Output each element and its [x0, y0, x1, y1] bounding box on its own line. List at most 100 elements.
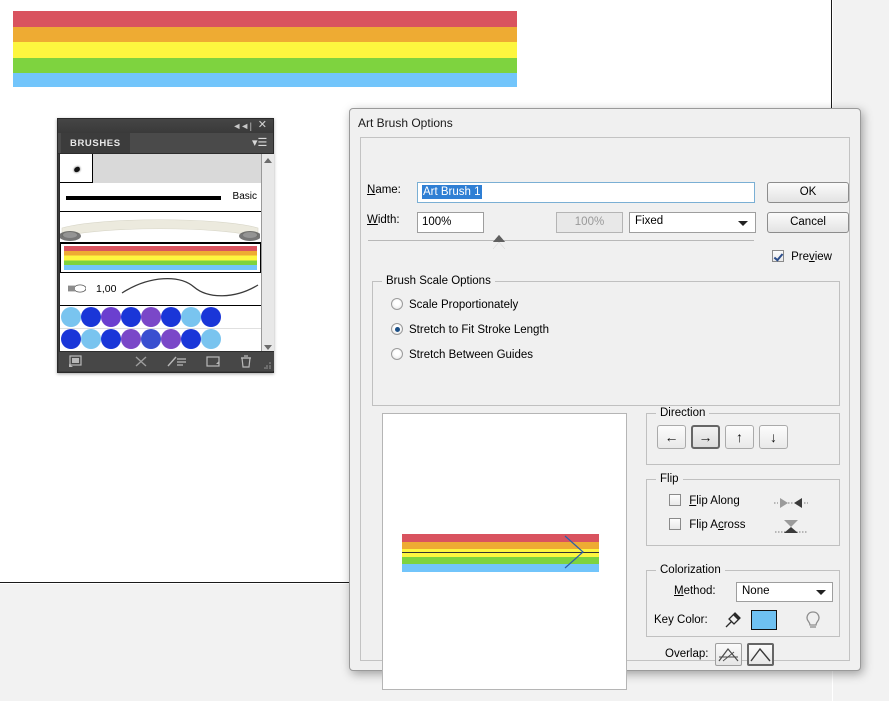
colorization-legend: Colorization	[656, 564, 725, 576]
arrow-down-icon: ↓	[770, 429, 777, 445]
colorization-method-select[interactable]: None	[736, 582, 833, 602]
scatter-dot	[181, 307, 201, 327]
flip-along-row[interactable]: Flip Along	[669, 494, 808, 508]
colorization-group: Colorization Method: None Key Color:	[646, 564, 840, 637]
key-color-swatch[interactable]	[751, 610, 777, 630]
name-input-value: Art Brush 1	[422, 185, 482, 199]
flip-along-icon	[774, 498, 808, 508]
brushes-panel-footer	[59, 351, 274, 371]
stripe-band-4	[13, 73, 517, 87]
brush-item-dot-cell[interactable]	[60, 154, 93, 183]
flip-across-checkbox[interactable]	[669, 518, 681, 530]
brush-libraries-icon[interactable]	[67, 354, 85, 369]
key-color-label: Key Color:	[654, 614, 708, 626]
width-input[interactable]: 100%	[417, 212, 484, 233]
width-secondary-input: 100%	[556, 212, 623, 233]
brush-item-width-label: 1,00	[96, 283, 117, 295]
scatter-dot	[61, 307, 81, 327]
panel-resize-grip[interactable]	[264, 361, 272, 369]
direction-arrow-icon	[564, 535, 584, 569]
scatter-dot	[61, 329, 81, 349]
eyedropper-icon[interactable]	[723, 610, 743, 630]
direction-left-button[interactable]: ←	[657, 425, 686, 449]
radio-stretch-to-fit-marker[interactable]	[391, 323, 403, 335]
overlap-prevent-button[interactable]	[747, 643, 774, 666]
brush-scale-options-group: Brush Scale Options Scale Proportionatel…	[372, 275, 840, 406]
scatter-dot	[81, 307, 101, 327]
scatter-dot	[121, 307, 141, 327]
overlap-row: Overlap:	[665, 643, 774, 666]
chevron-down-icon	[738, 221, 748, 226]
chevron-down-icon	[816, 590, 826, 595]
scatter-dot	[141, 329, 161, 349]
direction-right-button[interactable]: →	[691, 425, 720, 449]
name-input[interactable]: Art Brush 1	[417, 182, 755, 203]
close-panel-icon[interactable]: ✕	[258, 120, 267, 131]
flip-across-icon	[775, 520, 807, 533]
radio-scale-proportionately-marker[interactable]	[391, 298, 403, 310]
brush-preview-pane	[382, 413, 627, 690]
scatter-dot	[201, 307, 221, 327]
scatter-dot	[101, 329, 121, 349]
radio-stretch-between-guides[interactable]: Stretch Between Guides	[391, 348, 533, 361]
scatter-dot	[101, 307, 121, 327]
width-profile-icon	[68, 284, 86, 293]
new-brush-icon[interactable]	[204, 354, 222, 369]
brushes-panel-titlebar[interactable]: ◄◄ | ✕	[58, 119, 273, 133]
ok-button[interactable]: OK	[767, 182, 849, 203]
brush-item-dot[interactable]	[60, 154, 261, 183]
width-slider-track[interactable]	[368, 240, 754, 241]
brushes-list[interactable]: Basic 1,00	[59, 154, 261, 354]
brush-item-rainbow[interactable]	[60, 243, 261, 273]
scatter-dot	[181, 329, 201, 349]
direction-legend: Direction	[656, 407, 710, 419]
preview-checkbox-row[interactable]: Preview	[772, 250, 832, 263]
arrow-left-icon: ←	[664, 429, 679, 445]
radio-scale-proportionately[interactable]: Scale Proportionately	[391, 298, 518, 311]
width-slider-thumb[interactable]	[493, 235, 505, 249]
radio-stretch-to-fit[interactable]: Stretch to Fit Stroke Length	[391, 323, 549, 336]
trash-icon[interactable]	[237, 354, 255, 369]
direction-down-button[interactable]: ↓	[759, 425, 788, 449]
name-label: Name:	[367, 184, 401, 196]
brush-options-icon[interactable]	[166, 354, 190, 369]
flip-legend: Flip	[656, 473, 683, 485]
brushes-panel[interactable]: ◄◄ | ✕ BRUSHES ▾☰ Basic 1,00	[57, 118, 274, 373]
panel-menu-icon[interactable]: ▾☰	[252, 137, 268, 149]
brush-item-ribbon[interactable]	[60, 212, 261, 243]
overlap-allow-icon	[718, 648, 739, 662]
width-mode-select[interactable]: Fixed	[629, 212, 756, 233]
dialog-title: Art Brush Options	[358, 116, 453, 130]
scroll-down-arrow-icon[interactable]	[264, 345, 272, 350]
tab-brushes[interactable]: BRUSHES	[61, 133, 130, 153]
brush-item-dots-pattern[interactable]	[60, 306, 261, 352]
flip-along-checkbox[interactable]	[669, 494, 681, 506]
colorization-method-value: None	[742, 585, 770, 597]
direction-up-button[interactable]: ↑	[725, 425, 754, 449]
scatter-dot	[161, 329, 181, 349]
scatter-dot	[141, 307, 161, 327]
width-mode-value: Fixed	[635, 215, 664, 227]
art-brush-options-dialog[interactable]: Art Brush Options Name: Art Brush 1 Widt…	[349, 108, 861, 690]
scatter-dot	[161, 307, 181, 327]
rainbow-stripe-artwork[interactable]	[13, 11, 517, 87]
radio-stretch-between-guides-marker[interactable]	[391, 348, 403, 360]
brushes-list-scrollbar[interactable]	[261, 154, 274, 354]
radio-scale-proportionately-label: Scale Proportionately	[409, 299, 519, 311]
arrow-right-icon: →	[698, 429, 713, 445]
overlap-allow-button[interactable]	[715, 643, 742, 666]
dialog-body: Name: Art Brush 1 Width: 100% 100% Fixed…	[360, 137, 850, 690]
radio-stretch-to-fit-label: Stretch to Fit Stroke Length	[409, 324, 549, 336]
width-profile-curve-icon	[121, 278, 259, 297]
brush-item-width[interactable]: 1,00	[60, 273, 261, 306]
preview-checkbox[interactable]	[772, 250, 784, 262]
stripe-band-2	[13, 42, 517, 58]
art-ribbon-icon	[60, 219, 261, 241]
lightbulb-icon[interactable]	[804, 609, 822, 631]
flip-across-row[interactable]: Flip Across	[669, 518, 807, 533]
scroll-up-arrow-icon[interactable]	[264, 158, 272, 163]
remove-stroke-x-icon[interactable]	[132, 354, 150, 369]
cancel-button[interactable]: Cancel	[767, 212, 849, 233]
collapse-panel-icon[interactable]: ◄◄ |	[232, 121, 252, 131]
brush-item-basic[interactable]: Basic	[60, 183, 261, 212]
